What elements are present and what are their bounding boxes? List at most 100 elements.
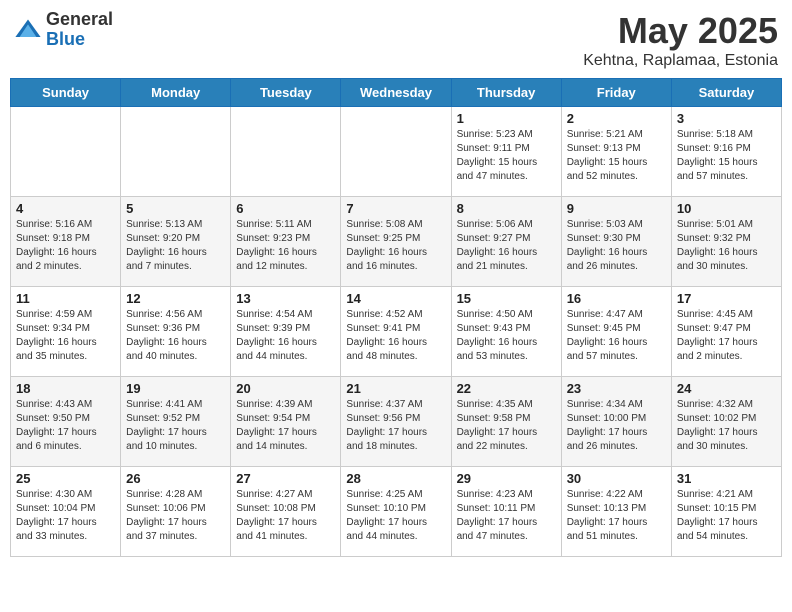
cell-info: Sunrise: 5:21 AM Sunset: 9:13 PM Dayligh… xyxy=(567,128,666,184)
cell-info: Sunrise: 5:01 AM Sunset: 9:32 PM Dayligh… xyxy=(677,218,776,274)
calendar-cell: 3Sunrise: 5:18 AM Sunset: 9:16 PM Daylig… xyxy=(671,107,781,197)
cell-info: Sunrise: 4:41 AM Sunset: 9:52 PM Dayligh… xyxy=(126,398,225,454)
calendar-cell: 20 Sunrise: 4:39 AM Sunset: 9:54 PM Dayli… xyxy=(231,377,341,467)
day-header-saturday: Saturday xyxy=(671,79,781,107)
cell-info: Sunrise: 4:25 AM Sunset: 10:10 PM Daylig… xyxy=(346,488,445,544)
cell-info: Sunrise: 4:30 AM Sunset: 10:04 PM Daylig… xyxy=(16,488,115,544)
cell-date: 3 xyxy=(677,111,776,126)
cell-date: 26 xyxy=(126,471,225,486)
cell-info: Sunrise: 5:11 AM Sunset: 9:23 PM Dayligh… xyxy=(236,218,335,274)
day-header-row: SundayMondayTuesdayWednesdayThursdayFrid… xyxy=(11,79,782,107)
cell-date: 22 xyxy=(457,381,556,396)
cell-info: Sunrise: 4:56 AM Sunset: 9:36 PM Dayligh… xyxy=(126,308,225,364)
cell-info: Sunrise: 4:52 AM Sunset: 9:41 PM Dayligh… xyxy=(346,308,445,364)
calendar-cell: 23Sunrise: 4:34 AM Sunset: 10:00 PM Dayl… xyxy=(561,377,671,467)
calendar-cell: 13 Sunrise: 4:54 AM Sunset: 9:39 PM Dayli… xyxy=(231,287,341,377)
day-header-monday: Monday xyxy=(121,79,231,107)
calendar-cell: 22 Sunrise: 4:35 AM Sunset: 9:58 PM Dayli… xyxy=(451,377,561,467)
calendar-cell: 31Sunrise: 4:21 AM Sunset: 10:15 PM Dayl… xyxy=(671,467,781,557)
calendar-cell: 11 Sunrise: 4:59 AM Sunset: 9:34 PM Dayli… xyxy=(11,287,121,377)
header: General Blue May 2025 Kehtna, Raplamaa, … xyxy=(10,10,782,70)
cell-info: Sunrise: 4:54 AM Sunset: 9:39 PM Dayligh… xyxy=(236,308,335,364)
cell-date: 17 xyxy=(677,291,776,306)
cell-info: Sunrise: 5:16 AM Sunset: 9:18 PM Dayligh… xyxy=(16,218,115,274)
cell-info: Sunrise: 4:27 AM Sunset: 10:08 PM Daylig… xyxy=(236,488,335,544)
calendar-cell: 18Sunrise: 4:43 AM Sunset: 9:50 PM Dayli… xyxy=(11,377,121,467)
cell-date: 1 xyxy=(457,111,556,126)
cell-date: 16 xyxy=(567,291,666,306)
calendar-cell: 10 Sunrise: 5:01 AM Sunset: 9:32 PM Dayli… xyxy=(671,197,781,287)
cell-date: 24 xyxy=(677,381,776,396)
calendar-cell: 17 Sunrise: 4:45 AM Sunset: 9:47 PM Dayli… xyxy=(671,287,781,377)
cell-info: Sunrise: 5:06 AM Sunset: 9:27 PM Dayligh… xyxy=(457,218,556,274)
logo: General Blue xyxy=(14,10,113,50)
cell-info: Sunrise: 4:22 AM Sunset: 10:13 PM Daylig… xyxy=(567,488,666,544)
cell-info: Sunrise: 4:32 AM Sunset: 10:02 PM Daylig… xyxy=(677,398,776,454)
cell-info: Sunrise: 4:34 AM Sunset: 10:00 PM Daylig… xyxy=(567,398,666,454)
cell-date: 8 xyxy=(457,201,556,216)
calendar-cell: 5 Sunrise: 5:13 AM Sunset: 9:20 PM Daylig… xyxy=(121,197,231,287)
day-header-friday: Friday xyxy=(561,79,671,107)
calendar-cell xyxy=(231,107,341,197)
calendar-cell: 16 Sunrise: 4:47 AM Sunset: 9:45 PM Dayli… xyxy=(561,287,671,377)
cell-info: Sunrise: 4:43 AM Sunset: 9:50 PM Dayligh… xyxy=(16,398,115,454)
cell-info: Sunrise: 4:59 AM Sunset: 9:34 PM Dayligh… xyxy=(16,308,115,364)
cell-date: 29 xyxy=(457,471,556,486)
calendar-cell: 29 Sunrise: 4:23 AM Sunset: 10:11 PM Dayl… xyxy=(451,467,561,557)
cell-info: Sunrise: 5:08 AM Sunset: 9:25 PM Dayligh… xyxy=(346,218,445,274)
calendar-cell: 9Sunrise: 5:03 AM Sunset: 9:30 PM Daylig… xyxy=(561,197,671,287)
cell-date: 10 xyxy=(677,201,776,216)
cell-info: Sunrise: 4:39 AM Sunset: 9:54 PM Dayligh… xyxy=(236,398,335,454)
cell-info: Sunrise: 5:23 AM Sunset: 9:11 PM Dayligh… xyxy=(457,128,556,184)
cell-date: 30 xyxy=(567,471,666,486)
cell-info: Sunrise: 5:13 AM Sunset: 9:20 PM Dayligh… xyxy=(126,218,225,274)
cell-info: Sunrise: 4:45 AM Sunset: 9:47 PM Dayligh… xyxy=(677,308,776,364)
cell-date: 25 xyxy=(16,471,115,486)
calendar-cell: 30 Sunrise: 4:22 AM Sunset: 10:13 PM Dayl… xyxy=(561,467,671,557)
calendar-cell: 1 Sunrise: 5:23 AM Sunset: 9:11 PM Daylig… xyxy=(451,107,561,197)
cell-date: 28 xyxy=(346,471,445,486)
cell-info: Sunrise: 4:35 AM Sunset: 9:58 PM Dayligh… xyxy=(457,398,556,454)
cell-date: 15 xyxy=(457,291,556,306)
cell-date: 5 xyxy=(126,201,225,216)
week-row-1: 1 Sunrise: 5:23 AM Sunset: 9:11 PM Daylig… xyxy=(11,107,782,197)
day-header-sunday: Sunday xyxy=(11,79,121,107)
calendar-cell: 21Sunrise: 4:37 AM Sunset: 9:56 PM Dayli… xyxy=(341,377,451,467)
logo-general-text: General xyxy=(46,10,113,30)
calendar-table: SundayMondayTuesdayWednesdayThursdayFrid… xyxy=(10,78,782,557)
calendar-cell xyxy=(341,107,451,197)
cell-date: 14 xyxy=(346,291,445,306)
logo-icon xyxy=(14,16,42,44)
week-row-3: 11 Sunrise: 4:59 AM Sunset: 9:34 PM Dayli… xyxy=(11,287,782,377)
logo-blue-text: Blue xyxy=(46,30,113,50)
calendar-cell: 27 Sunrise: 4:27 AM Sunset: 10:08 PM Dayl… xyxy=(231,467,341,557)
calendar-cell: 24 Sunrise: 4:32 AM Sunset: 10:02 PM Dayl… xyxy=(671,377,781,467)
week-row-5: 25 Sunrise: 4:30 AM Sunset: 10:04 PM Dayl… xyxy=(11,467,782,557)
calendar-cell: 28 Sunrise: 4:25 AM Sunset: 10:10 PM Dayl… xyxy=(341,467,451,557)
cell-date: 31 xyxy=(677,471,776,486)
title-area: May 2025 Kehtna, Raplamaa, Estonia xyxy=(583,10,778,70)
cell-date: 13 xyxy=(236,291,335,306)
cell-date: 27 xyxy=(236,471,335,486)
cell-date: 11 xyxy=(16,291,115,306)
calendar-cell: 7Sunrise: 5:08 AM Sunset: 9:25 PM Daylig… xyxy=(341,197,451,287)
calendar-cell: 6 Sunrise: 5:11 AM Sunset: 9:23 PM Daylig… xyxy=(231,197,341,287)
cell-date: 12 xyxy=(126,291,225,306)
day-header-tuesday: Tuesday xyxy=(231,79,341,107)
calendar-cell: 8 Sunrise: 5:06 AM Sunset: 9:27 PM Daylig… xyxy=(451,197,561,287)
calendar-cell: 14 Sunrise: 4:52 AM Sunset: 9:41 PM Dayli… xyxy=(341,287,451,377)
calendar-cell xyxy=(121,107,231,197)
calendar-cell: 4Sunrise: 5:16 AM Sunset: 9:18 PM Daylig… xyxy=(11,197,121,287)
cell-info: Sunrise: 4:50 AM Sunset: 9:43 PM Dayligh… xyxy=(457,308,556,364)
calendar-cell: 2 Sunrise: 5:21 AM Sunset: 9:13 PM Daylig… xyxy=(561,107,671,197)
calendar-cell xyxy=(11,107,121,197)
cell-date: 6 xyxy=(236,201,335,216)
calendar-cell: 26Sunrise: 4:28 AM Sunset: 10:06 PM Dayl… xyxy=(121,467,231,557)
cell-info: Sunrise: 4:23 AM Sunset: 10:11 PM Daylig… xyxy=(457,488,556,544)
main-title: May 2025 xyxy=(583,10,778,52)
cell-info: Sunrise: 4:47 AM Sunset: 9:45 PM Dayligh… xyxy=(567,308,666,364)
cell-date: 2 xyxy=(567,111,666,126)
day-header-thursday: Thursday xyxy=(451,79,561,107)
cell-date: 20 xyxy=(236,381,335,396)
calendar-cell: 19Sunrise: 4:41 AM Sunset: 9:52 PM Dayli… xyxy=(121,377,231,467)
